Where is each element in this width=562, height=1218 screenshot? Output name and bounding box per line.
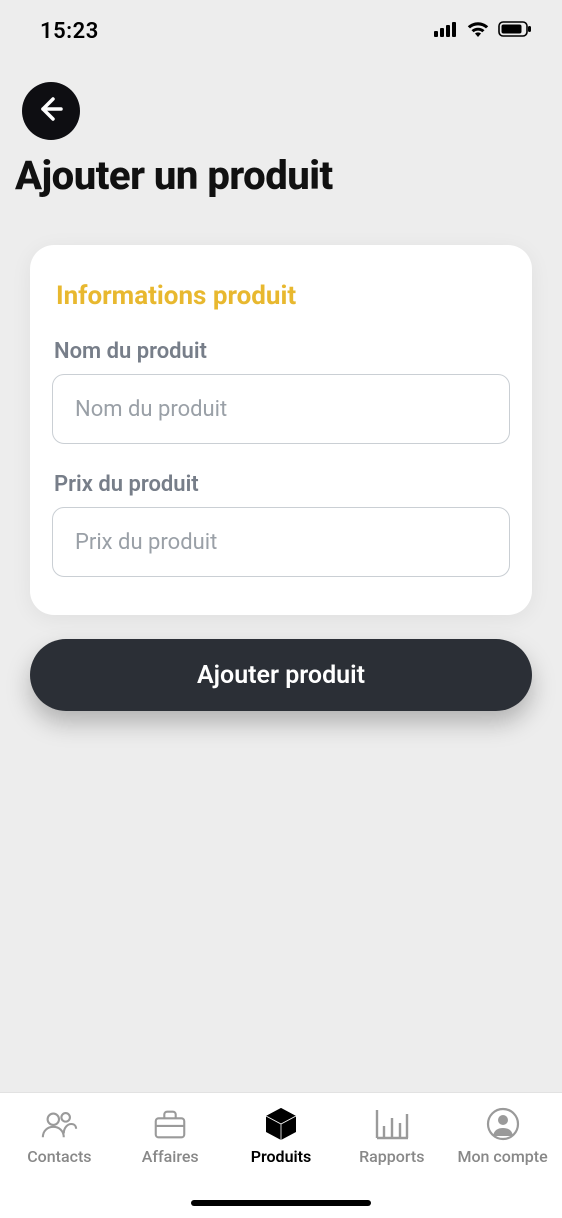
tab-label: Mon compte xyxy=(457,1147,547,1166)
status-bar: 15:23 xyxy=(0,0,562,56)
back-button[interactable] xyxy=(22,82,80,140)
arrow-left-icon xyxy=(36,94,66,128)
box-icon xyxy=(262,1107,300,1141)
product-name-input[interactable] xyxy=(52,374,510,444)
product-name-label: Nom du produit xyxy=(54,339,510,364)
account-icon xyxy=(484,1107,522,1141)
wifi-icon xyxy=(466,20,490,42)
status-time: 15:23 xyxy=(40,19,99,44)
tab-label: Affaires xyxy=(142,1147,199,1166)
cellular-icon xyxy=(434,21,458,41)
page-title: Ajouter un produit xyxy=(0,152,562,199)
tab-rapports[interactable]: Rapports xyxy=(337,1107,447,1166)
tab-label: Contacts xyxy=(27,1147,91,1166)
tab-affaires[interactable]: Affaires xyxy=(115,1107,225,1166)
battery-icon xyxy=(498,21,532,41)
status-icons xyxy=(434,20,532,42)
tab-contacts[interactable]: Contacts xyxy=(4,1107,114,1166)
product-price-label: Prix du produit xyxy=(54,472,510,497)
section-heading: Informations produit xyxy=(56,281,510,311)
tab-label: Produits xyxy=(251,1147,312,1166)
add-product-button[interactable]: Ajouter produit xyxy=(30,639,532,711)
bars-icon xyxy=(373,1107,411,1141)
people-icon xyxy=(40,1107,78,1141)
tab-label: Rapports xyxy=(359,1147,424,1166)
briefcase-icon xyxy=(151,1107,189,1141)
product-price-input[interactable] xyxy=(52,507,510,577)
tab-account[interactable]: Mon compte xyxy=(448,1107,558,1166)
product-form-card: Informations produit Nom du produit Prix… xyxy=(30,245,532,615)
tab-produits[interactable]: Produits xyxy=(226,1107,336,1166)
home-indicator xyxy=(191,1200,371,1206)
